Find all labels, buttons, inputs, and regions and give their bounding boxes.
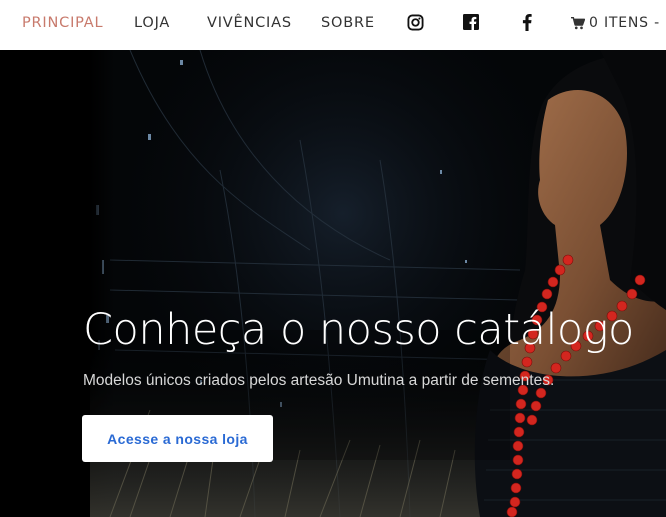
shop-cta-button[interactable]: Acesse a nossa loja bbox=[82, 415, 273, 462]
nav-item-loja[interactable]: LOJA bbox=[134, 15, 170, 31]
facebook-icon[interactable] bbox=[521, 14, 539, 32]
cart-icon bbox=[571, 16, 585, 29]
hero-subtitle: Modelos únicos criados pelos artesão Umu… bbox=[83, 372, 555, 389]
nav-item-vivencias[interactable]: VIVÊNCIAS bbox=[207, 15, 292, 31]
instagram-icon[interactable] bbox=[407, 14, 425, 32]
cart-label: 0 ITENS - R bbox=[589, 15, 666, 31]
facebook-square-icon[interactable] bbox=[463, 14, 481, 32]
hero-banner: Conheça o nosso catálogo Modelos únicos … bbox=[0, 50, 666, 517]
nav-item-principal[interactable]: PRINCIPAL bbox=[22, 15, 103, 31]
nav-item-sobre[interactable]: SOBRE bbox=[321, 15, 375, 31]
cart-link[interactable]: 0 ITENS - R bbox=[571, 15, 666, 31]
top-navigation: PRINCIPAL LOJA VIVÊNCIAS SOBRE 0 ITENS -… bbox=[0, 0, 666, 50]
hero-title: Conheça o nosso catálogo bbox=[83, 305, 634, 355]
